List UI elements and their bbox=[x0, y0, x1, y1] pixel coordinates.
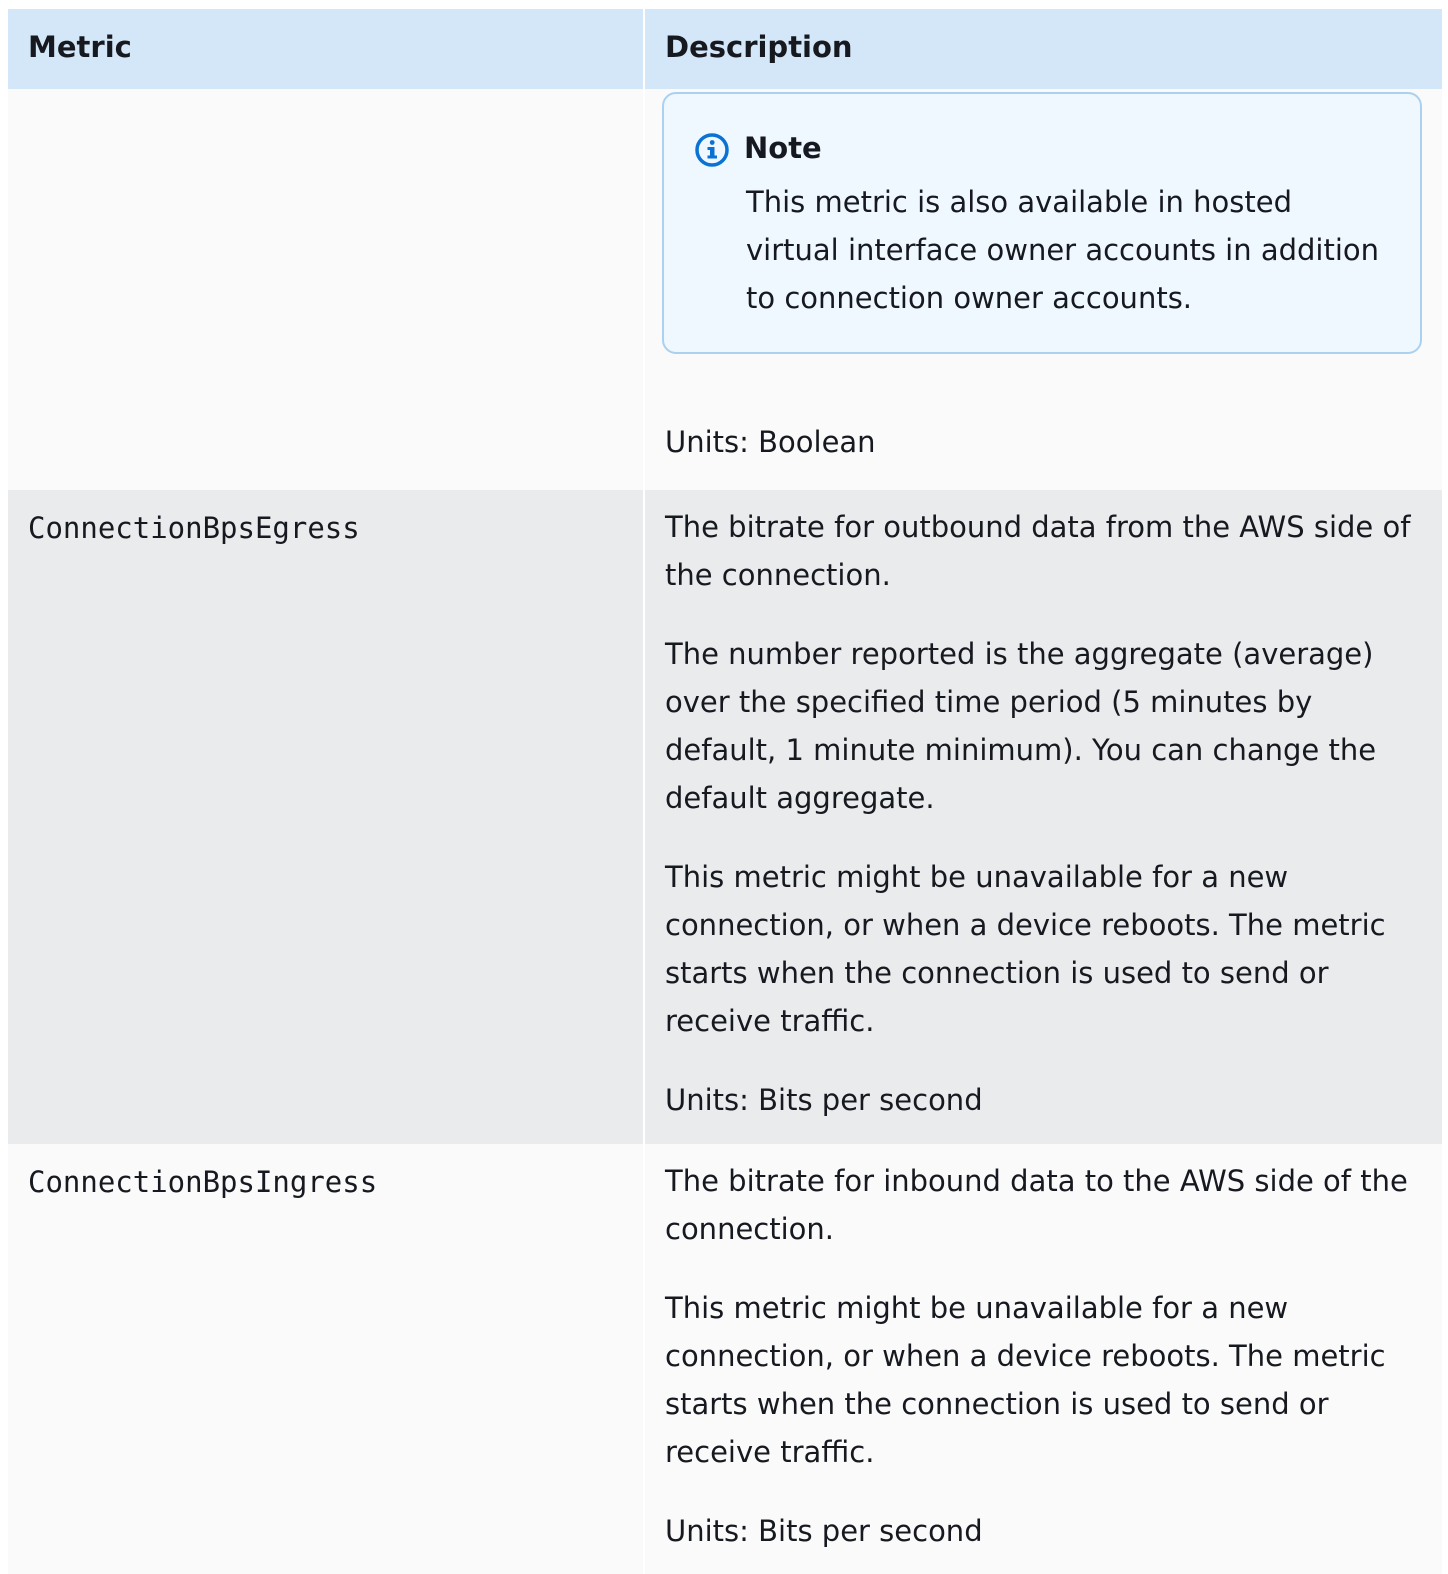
table-row: Note This metric is also available in ho… bbox=[8, 89, 1442, 490]
metrics-table: Metric Description Note This metric is a… bbox=[8, 9, 1442, 1574]
description-paragraph: The number reported is the aggregate (av… bbox=[665, 637, 1377, 815]
description-paragraph: This metric might be unavailable for a n… bbox=[665, 860, 1386, 1038]
header-metric: Metric bbox=[8, 9, 645, 89]
description-paragraph: The bitrate for outbound data from the A… bbox=[665, 510, 1411, 592]
metric-name: ConnectionBpsEgress bbox=[28, 511, 360, 545]
units-text: Units: Boolean bbox=[665, 425, 876, 459]
description-paragraph: The bitrate for inbound data to the AWS … bbox=[665, 1164, 1408, 1246]
description-cell: Note This metric is also available in ho… bbox=[645, 89, 1442, 490]
table-row: ConnectionBpsIngress The bitrate for inb… bbox=[8, 1144, 1442, 1574]
info-circle-icon bbox=[695, 133, 729, 167]
description-cell: The bitrate for inbound data to the AWS … bbox=[645, 1144, 1442, 1574]
metric-name: ConnectionBpsIngress bbox=[28, 1165, 378, 1199]
header-description: Description bbox=[665, 30, 853, 64]
metric-cell bbox=[8, 89, 645, 490]
note-body: This metric is also available in hosted … bbox=[746, 185, 1380, 315]
units-text: Units: Bits per second bbox=[665, 1514, 983, 1548]
metric-cell: ConnectionBpsEgress bbox=[8, 490, 645, 1144]
description-cell: The bitrate for outbound data from the A… bbox=[645, 490, 1442, 1144]
table-row: ConnectionBpsEgress The bitrate for outb… bbox=[8, 490, 1442, 1144]
note-header: Note bbox=[694, 124, 1390, 172]
units-text: Units: Bits per second bbox=[665, 1083, 983, 1117]
metric-cell: ConnectionBpsIngress bbox=[8, 1144, 645, 1574]
note-box: Note This metric is also available in ho… bbox=[662, 92, 1422, 354]
table-header-row: Metric Description bbox=[8, 9, 1442, 89]
note-title: Note bbox=[744, 131, 822, 165]
description-paragraph: This metric might be unavailable for a n… bbox=[665, 1291, 1386, 1469]
